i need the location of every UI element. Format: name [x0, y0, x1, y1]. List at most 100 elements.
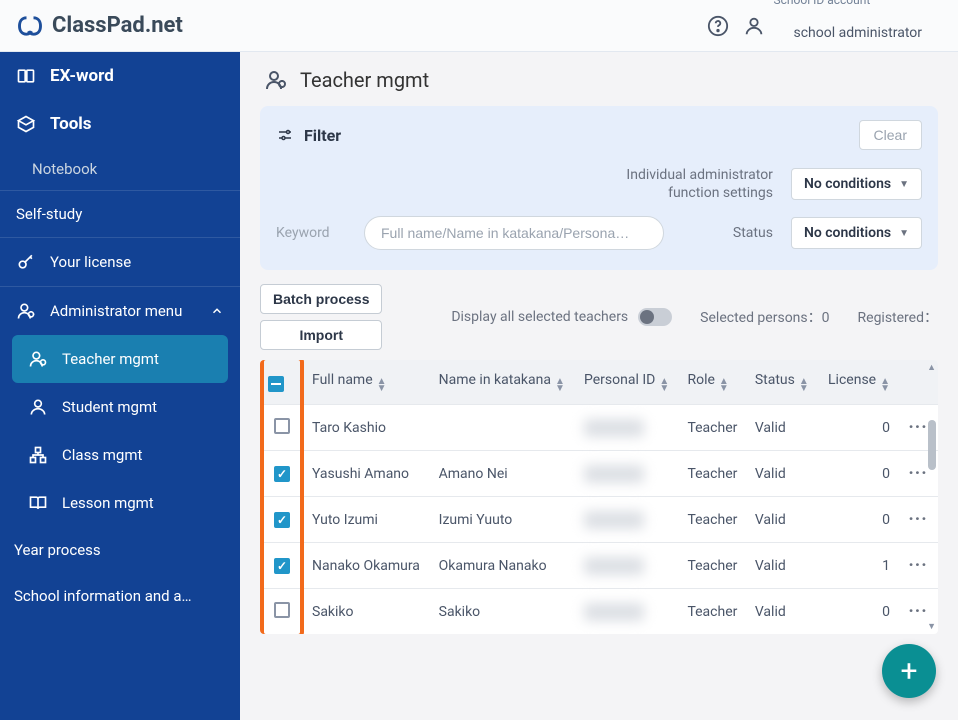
- sidebar-label: Year process: [14, 541, 101, 559]
- table-row: Yuto IzumiIzumi YuutoTeacherValid0···: [260, 497, 938, 543]
- sidebar-item-lesson-mgmt[interactable]: Lesson mgmt: [0, 479, 240, 527]
- scroll-thumb[interactable]: [928, 420, 936, 470]
- sidebar-label: Self-study: [16, 205, 82, 223]
- batch-process-button[interactable]: Batch process: [260, 284, 382, 314]
- sidebar-label: Your license: [50, 253, 131, 271]
- sidebar-label: Administrator menu: [50, 302, 182, 320]
- sidebar-label: Notebook: [32, 160, 97, 178]
- sort-icon: ▲▼: [799, 378, 809, 392]
- topbar-right: School ID account school administrator: [707, 0, 942, 58]
- cell-status: Valid: [747, 543, 818, 589]
- sort-icon: ▲▼: [659, 378, 669, 392]
- sort-icon: ▲▼: [880, 378, 890, 392]
- sidebar-item-teacher-mgmt[interactable]: Teacher mgmt: [12, 335, 228, 383]
- cell-full-name: Yuto Izumi: [304, 497, 431, 543]
- sidebar-item-student-mgmt[interactable]: Student mgmt: [0, 383, 240, 431]
- account-block[interactable]: School ID account school administrator: [743, 0, 942, 58]
- logo-icon: [16, 12, 44, 40]
- row-more-button[interactable]: ···: [908, 601, 927, 622]
- row-more-button[interactable]: ···: [908, 555, 927, 576]
- caret-down-icon: ▼: [899, 179, 909, 190]
- key-icon: [16, 252, 36, 272]
- row-more-button[interactable]: ···: [908, 463, 927, 484]
- logo[interactable]: ClassPad.net: [16, 12, 183, 40]
- sidebar-item-class-mgmt[interactable]: Class mgmt: [0, 431, 240, 479]
- user-icon: [743, 15, 765, 37]
- sidebar-item-notebook[interactable]: Notebook: [0, 148, 240, 190]
- help-icon[interactable]: [707, 15, 729, 37]
- col-status[interactable]: Status▲▼: [747, 360, 818, 405]
- status-label: Status: [733, 225, 773, 241]
- status-dropdown[interactable]: No conditions ▼: [791, 217, 922, 249]
- cell-full-name: Yasushi Amano: [304, 451, 431, 497]
- admin-icon: [16, 301, 36, 321]
- cell-role: Teacher: [679, 451, 746, 497]
- filter-title: Filter: [276, 126, 341, 145]
- admin-settings-dropdown[interactable]: No conditions ▼: [791, 168, 922, 200]
- sidebar-item-tools[interactable]: Tools: [0, 100, 240, 148]
- dropdown-value: No conditions: [804, 225, 891, 241]
- account-text: School ID account school administrator: [773, 0, 942, 58]
- table-row: Taro Kashio TeacherValid0 ···: [260, 405, 938, 451]
- sidebar-label: School information and a…: [14, 587, 192, 605]
- cell-role: Teacher: [679, 543, 746, 589]
- cell-license: 0: [818, 405, 898, 451]
- row-checkbox[interactable]: [274, 558, 290, 574]
- select-all-checkbox[interactable]: [268, 376, 284, 392]
- keyword-label: Keyword: [276, 225, 346, 241]
- display-all-label: Display all selected teachers: [451, 309, 628, 325]
- table-row: SakikoSakikoTeacherValid0···: [260, 589, 938, 635]
- table-scrollbar[interactable]: ▲ ▼: [926, 360, 938, 634]
- row-checkbox[interactable]: [274, 602, 290, 618]
- scroll-down-arrow[interactable]: ▼: [927, 621, 936, 632]
- teacher-icon: [264, 68, 288, 92]
- cell-personal-id: [576, 451, 679, 497]
- clear-button[interactable]: Clear: [859, 120, 922, 150]
- sidebar-item-license[interactable]: Your license: [0, 238, 240, 286]
- keyword-input[interactable]: [364, 216, 664, 250]
- cell-status: Valid: [747, 405, 818, 451]
- sidebar-label: Tools: [50, 114, 92, 134]
- col-license[interactable]: License▲▼: [818, 360, 898, 405]
- cell-status: Valid: [747, 497, 818, 543]
- sidebar-item-year-process[interactable]: Year process: [0, 527, 240, 573]
- row-checkbox[interactable]: [274, 418, 290, 434]
- header-checkbox-cell: [260, 360, 304, 405]
- col-katakana[interactable]: Name in katakana▲▼: [431, 360, 576, 405]
- main-content: Teacher mgmt Filter Clear Individual adm…: [240, 52, 958, 720]
- cell-katakana: Izumi Yuuto: [431, 497, 576, 543]
- admin-settings-label: Individual administrator function settin…: [626, 166, 773, 202]
- selected-count: Selected persons：0: [700, 307, 829, 327]
- sliders-icon: [276, 126, 294, 144]
- cell-katakana: Sakiko: [431, 589, 576, 635]
- col-full-name[interactable]: Full name▲▼: [304, 360, 431, 405]
- import-button[interactable]: Import: [260, 320, 382, 350]
- col-role[interactable]: Role▲▼: [679, 360, 746, 405]
- sidebar-item-exword[interactable]: EX-word: [0, 52, 240, 100]
- dropdown-value: No conditions: [804, 176, 891, 192]
- cell-full-name: Taro Kashio: [304, 405, 431, 451]
- filter-label: Filter: [304, 126, 341, 145]
- cell-personal-id: [576, 543, 679, 589]
- display-all-toggle[interactable]: [638, 308, 672, 326]
- sidebar-item-admin-menu[interactable]: Administrator menu: [0, 287, 240, 335]
- cell-license: 1: [818, 543, 898, 589]
- sort-icon: ▲▼: [377, 378, 387, 392]
- row-more-button[interactable]: ···: [908, 509, 927, 530]
- scroll-up-arrow[interactable]: ▲: [927, 362, 936, 373]
- row-more-button[interactable]: ···: [908, 417, 927, 438]
- sidebar-item-school-info[interactable]: School information and a…: [0, 573, 240, 619]
- sidebar-item-selfstudy[interactable]: Self-study: [0, 191, 240, 237]
- row-checkbox[interactable]: [274, 466, 290, 482]
- cell-full-name: Nanako Okamura: [304, 543, 431, 589]
- sidebar-label: EX-word: [50, 66, 114, 86]
- sidebar-label: Teacher mgmt: [62, 350, 159, 368]
- col-personal-id[interactable]: Personal ID▲▼: [576, 360, 679, 405]
- add-button[interactable]: +: [882, 644, 936, 698]
- book-icon: [28, 493, 48, 513]
- cell-license: 0: [818, 451, 898, 497]
- cell-role: Teacher: [679, 405, 746, 451]
- row-checkbox[interactable]: [274, 512, 290, 528]
- cell-license: 0: [818, 589, 898, 635]
- page-header: Teacher mgmt: [260, 68, 938, 92]
